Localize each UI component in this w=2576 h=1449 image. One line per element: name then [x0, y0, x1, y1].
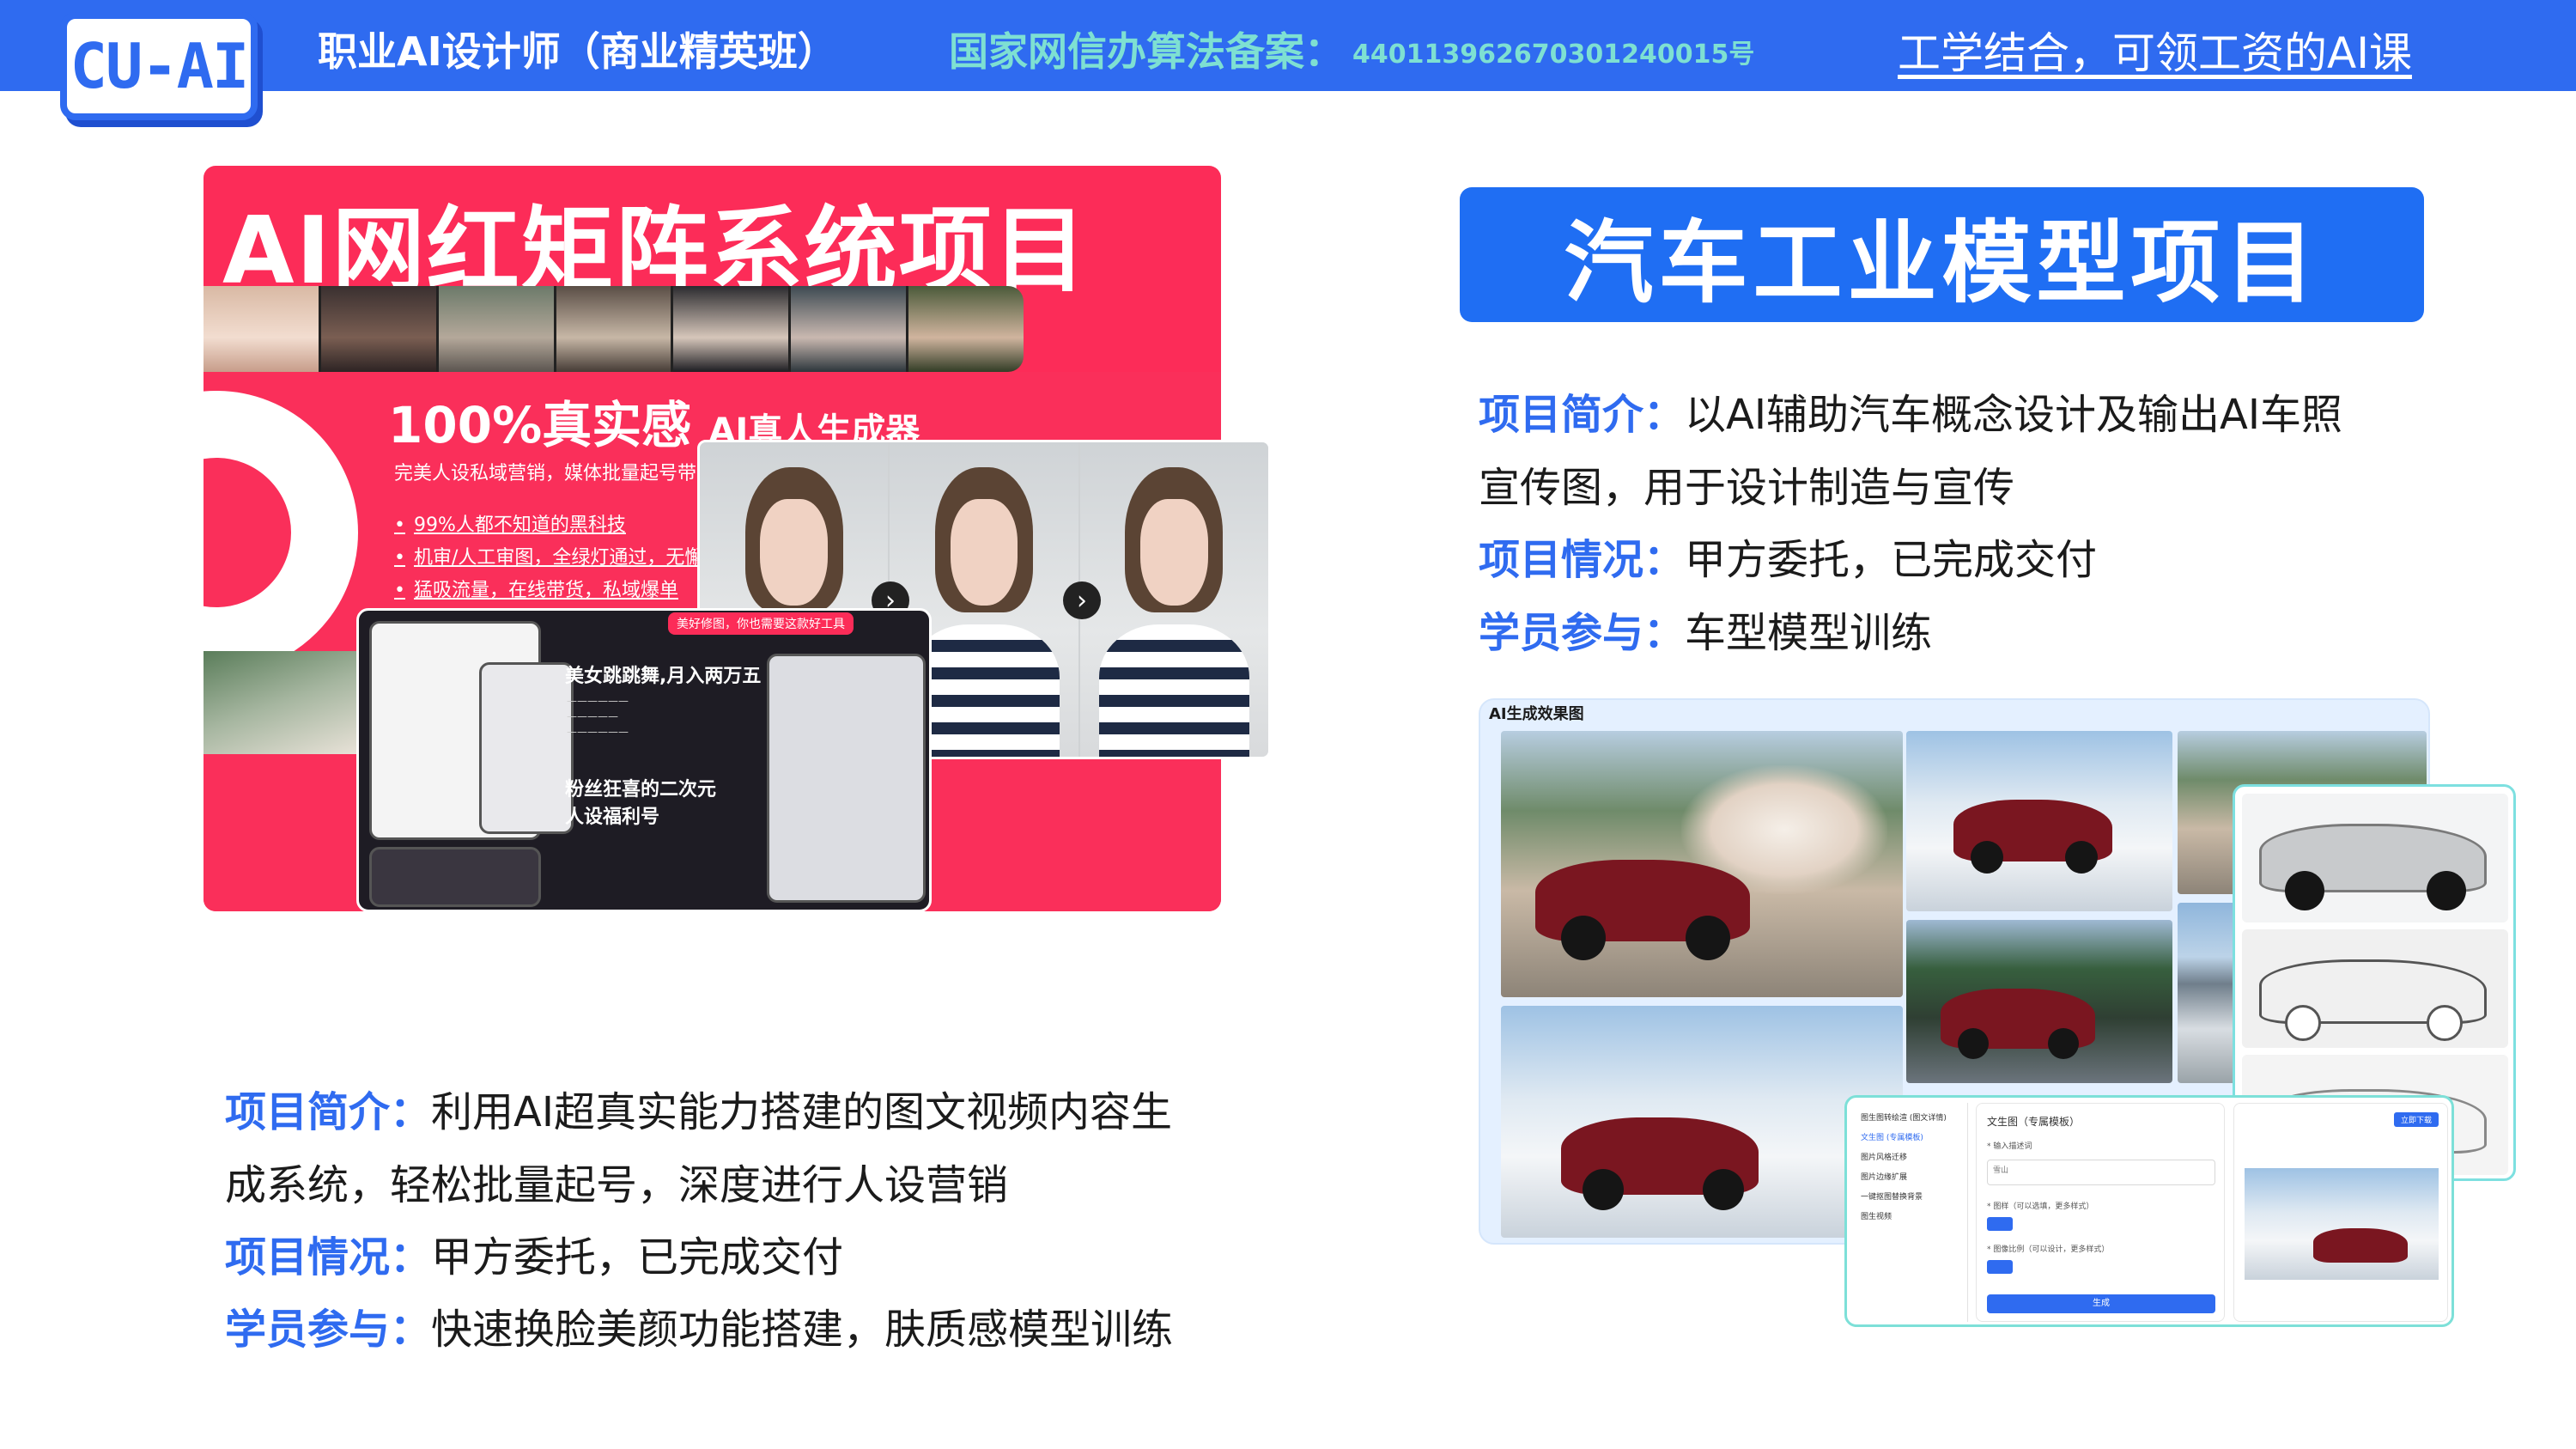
- face-photo-final: [1079, 442, 1268, 757]
- car-project-title: 汽车工业模型项目: [1564, 210, 2320, 315]
- right-student-line: 学员参与：车型模型训练: [1479, 599, 1932, 659]
- sidebar-item[interactable]: 图生图转绘渲 (图文详情): [1861, 1111, 1967, 1123]
- portrait-photo: [791, 286, 909, 372]
- bullet-item: 机审/人工审图，全绿灯通过，无懈: [394, 542, 703, 569]
- showcase-caption: 粉丝狂喜的二次元: [565, 779, 717, 801]
- download-button[interactable]: 立即下载: [2393, 1112, 2439, 1127]
- portrait-photo: [673, 286, 792, 372]
- logo-text: CU-AI: [70, 30, 250, 102]
- right-status-line: 项目情况：甲方委托，已完成交付: [1479, 526, 2097, 586]
- showcase-description: —————— ————— ——————: [567, 695, 629, 738]
- left-student-line: 学员参与：快速换脸美颜功能搭建，肤质感模型训练: [225, 1295, 1173, 1355]
- sidebar-item[interactable]: 图片边缘扩展: [1861, 1171, 1967, 1182]
- portrait-photo-strip: [204, 286, 1024, 372]
- cu-ai-logo[interactable]: CU-AI: [60, 12, 258, 120]
- style-option-chip[interactable]: [1987, 1217, 2013, 1231]
- generation-form: 文生图（专属模板） * 输入描述词 雪山 * 图样（可以选填，更多样式） * 图…: [1976, 1103, 2225, 1322]
- student-label: 学员参与：: [1479, 609, 1686, 657]
- car-render-image[interactable]: [1501, 1006, 1903, 1238]
- car-render-image[interactable]: [2242, 794, 2508, 922]
- form-title: 文生图（专属模板）: [1987, 1116, 2081, 1128]
- intro-text: 利用AI超真实能力搭建的图文视频内容生: [431, 1088, 1173, 1136]
- portrait-photo: [320, 286, 439, 372]
- student-text: 快速换脸美颜功能搭建，肤质感模型训练: [431, 1306, 1174, 1354]
- generate-button[interactable]: 生成: [1987, 1294, 2215, 1313]
- sidebar-item[interactable]: 图生视频: [1861, 1210, 1967, 1221]
- tool-sidebar: 图生图转绘渲 (图文详情) 文生图 (专属模板) 图片风格迁移 图片边缘扩展 一…: [1852, 1103, 1968, 1322]
- gallery-title: AI生成效果图: [1489, 705, 1584, 723]
- chevron-right-icon[interactable]: ›: [1063, 581, 1101, 619]
- registration-number: 440113962670301240015号: [1352, 40, 1755, 70]
- intro-text: 以AI辅助汽车概念设计及输出AI车照: [1685, 391, 2343, 439]
- top-header-bar: CU-AI 职业AI设计师（商业精英班） 国家网信办算法备案： 44011396…: [0, 0, 2576, 120]
- left-intro-line-2: 成系统，轻松批量起号，深度进行人设营销: [225, 1161, 1009, 1209]
- sidebar-item[interactable]: 一键抠图替换背景: [1861, 1190, 1967, 1202]
- showcase-caption: 美女跳跳舞,月入两万五: [565, 666, 762, 687]
- sidebar-item[interactable]: 图片风格迁移: [1861, 1151, 1967, 1162]
- course-title: 职业AI设计师（商业精英班）: [318, 28, 837, 75]
- right-intro-line-2: 宣传图，用于设计制造与宣传: [1479, 464, 2015, 512]
- showcase-caption: 人设福利号: [565, 807, 660, 828]
- style-label: * 图样（可以选填，更多样式）: [1987, 1202, 2094, 1211]
- portrait-photo: [908, 286, 1024, 372]
- bullet-item: 猛吸流量，在线带货，私域爆单: [394, 575, 678, 602]
- text-to-image-tool-card: 图生图转绘渲 (图文详情) 文生图 (专属模板) 图片风格迁移 图片边缘扩展 一…: [1844, 1095, 2454, 1327]
- car-sketch-image[interactable]: [2242, 929, 2508, 1048]
- phone-screenshot: [767, 654, 926, 903]
- preview-panel: 立即下载: [2233, 1103, 2448, 1322]
- landscape-photo: [204, 651, 358, 754]
- headline-main: 100%真实感: [388, 396, 692, 454]
- prompt-label: * 输入描述词: [1987, 1142, 2032, 1151]
- sidebar-item-active[interactable]: 文生图 (专属模板): [1861, 1131, 1967, 1142]
- ratio-label: * 图像比例（可以设计，更多样式）: [1987, 1245, 2110, 1254]
- slogan-link[interactable]: 工学结合，可领工资的AI课: [1898, 19, 2412, 81]
- student-label: 学员参与：: [225, 1306, 432, 1354]
- portrait-photo: [204, 286, 321, 372]
- student-text: 车型模型训练: [1685, 609, 1933, 657]
- ratio-option-chip[interactable]: [1987, 1260, 2013, 1274]
- status-label: 项目情况：: [225, 1233, 432, 1282]
- status-text: 甲方委托，已完成交付: [1685, 536, 2098, 584]
- car-render-image[interactable]: [1501, 731, 1903, 997]
- promo-tag: 美好修图，你也需要这款好工具: [668, 612, 854, 635]
- car-render-image[interactable]: [1906, 920, 2172, 1083]
- intro-label: 项目简介：: [1479, 391, 1686, 439]
- phone-screenshot: [369, 847, 541, 907]
- car-project-title-box: 汽车工业模型项目: [1460, 187, 2424, 322]
- app-showcase-card: 美好修图，你也需要这款好工具 美女跳跳舞,月入两万五 —————— ————— ——…: [356, 608, 932, 912]
- subline: 完美人设私域营销，媒体批量起号带: [394, 463, 697, 484]
- right-intro-line-1: 项目简介：以AI辅助汽车概念设计及输出AI车照: [1479, 381, 2342, 441]
- portrait-photo: [556, 286, 674, 372]
- car-render-image[interactable]: [1906, 731, 2172, 911]
- portrait-photo: [438, 286, 556, 372]
- phone-screenshot: [479, 662, 574, 834]
- status-label: 项目情况：: [1479, 536, 1686, 584]
- registration-label: 国家网信办算法备案：: [949, 28, 1344, 75]
- intro-label: 项目简介：: [225, 1088, 432, 1136]
- left-intro-line-1: 项目简介：利用AI超真实能力搭建的图文视频内容生: [225, 1078, 1172, 1138]
- prompt-input[interactable]: 雪山: [1987, 1160, 2215, 1185]
- left-status-line: 项目情况：甲方委托，已完成交付: [225, 1223, 843, 1283]
- status-text: 甲方委托，已完成交付: [431, 1233, 844, 1282]
- bullet-item: 99%人都不知道的黑科技: [394, 509, 626, 537]
- preview-image[interactable]: [2245, 1168, 2439, 1280]
